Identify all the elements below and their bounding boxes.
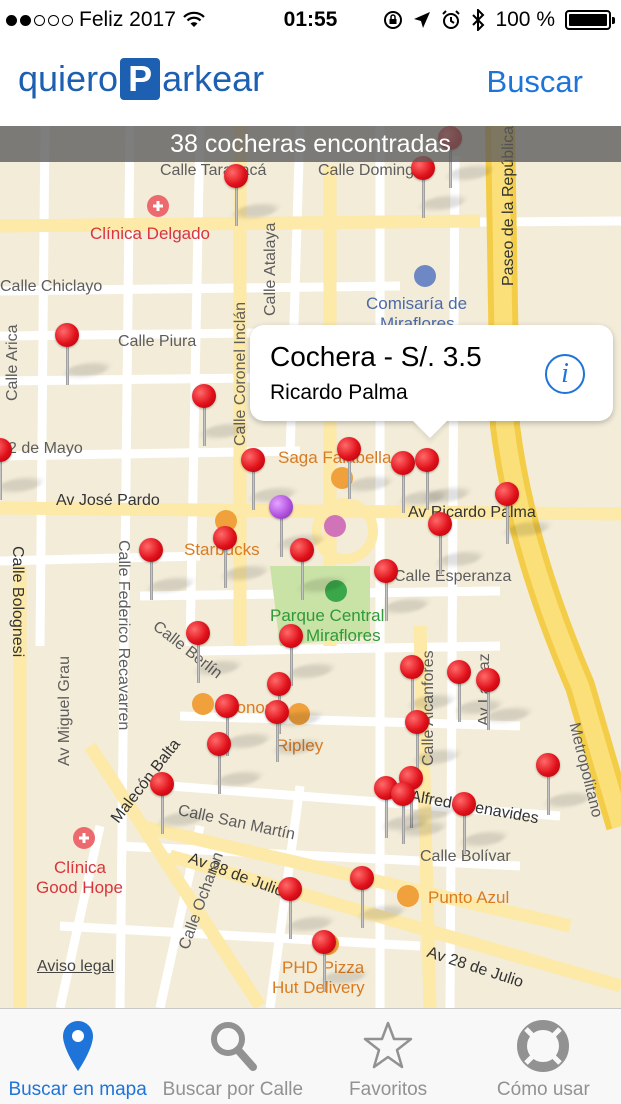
- parking-pin[interactable]: [447, 660, 506, 722]
- cinema-icon: [324, 515, 346, 537]
- tab-buscar-en-mapa[interactable]: Buscar en mapa: [0, 1009, 155, 1104]
- label-calle-chiclayo: Calle Chiclayo: [0, 278, 103, 295]
- location-arrow-icon: [414, 12, 431, 28]
- label-saga: Saga Falabella: [278, 448, 392, 467]
- label-calle-tarapaca: Calle Tarapacá: [160, 162, 267, 179]
- label-parque-1: Parque Central: [270, 606, 385, 625]
- label-parque-2: Miraflores: [306, 626, 381, 645]
- bluetooth-icon: [472, 9, 485, 31]
- parking-pin[interactable]: [241, 448, 300, 510]
- parking-pin[interactable]: [350, 866, 409, 928]
- parking-pin[interactable]: [265, 700, 324, 762]
- legal-link[interactable]: Aviso legal: [37, 958, 114, 976]
- tab-bar: Buscar en mapa Buscar por Calle Favorito…: [0, 1008, 621, 1104]
- parking-pin[interactable]: [192, 384, 251, 446]
- rotation-lock-icon: [384, 11, 403, 29]
- parking-pin[interactable]: [415, 448, 474, 510]
- cart-icon: [192, 693, 214, 715]
- parking-pin[interactable]: [139, 538, 198, 600]
- parking-pin[interactable]: [536, 753, 595, 815]
- star-icon: [363, 1021, 413, 1069]
- label-clinica-delgado: Clínica Delgado: [90, 224, 211, 243]
- label-punto-azul: Punto Azul: [428, 888, 510, 907]
- police-icon: [414, 265, 436, 287]
- status-icons: 100 %: [383, 8, 615, 32]
- label-calle-esperanza: Calle Esperanza: [394, 568, 512, 585]
- parking-pin[interactable]: [405, 710, 464, 772]
- parking-pin[interactable]: [411, 156, 470, 218]
- parking-pin[interactable]: [207, 732, 266, 794]
- map-pin-icon: [62, 1021, 93, 1071]
- parking-pin[interactable]: [278, 877, 337, 939]
- label-calle-domingo: Calle Domingo: [318, 162, 423, 179]
- app-logo: quiero P arkear: [18, 58, 264, 100]
- navigation-bar: quiero P arkear Buscar: [0, 40, 621, 126]
- parking-pin[interactable]: [476, 668, 535, 730]
- tab-favoritos[interactable]: Favoritos: [311, 1009, 466, 1104]
- parking-pin[interactable]: [391, 451, 450, 513]
- label-av-miguel-grau: Av Miguel Grau: [56, 656, 73, 766]
- alarm-icon: [442, 10, 461, 29]
- parking-pin[interactable]: [337, 437, 396, 499]
- tab-label: Favoritos: [349, 1079, 428, 1100]
- lifebuoy-icon: [517, 1020, 570, 1072]
- tab-label: Cómo usar: [496, 1079, 590, 1100]
- results-banner: 38 cocheras encontradas: [0, 126, 621, 162]
- label-clinica-gh-2: Good Hope: [36, 878, 123, 897]
- parking-pin[interactable]: [213, 526, 272, 588]
- parking-pin[interactable]: [55, 323, 114, 385]
- logo-p-icon: P: [120, 58, 161, 100]
- parking-pin[interactable]: [428, 512, 487, 574]
- label-calle-arica: Calle Arica: [4, 324, 21, 401]
- label-calle-federico: Calle Federico Recavarren: [115, 540, 132, 731]
- tab-label: Buscar por Calle: [162, 1079, 304, 1100]
- parking-pin[interactable]: [0, 438, 47, 500]
- battery-icon: [565, 10, 615, 30]
- logo-text-right: arkear: [162, 58, 265, 99]
- callout-title: Cochera - S/. 3.5: [270, 341, 482, 372]
- parking-pin[interactable]: [452, 792, 511, 854]
- parking-pin[interactable]: [186, 621, 245, 683]
- info-icon[interactable]: i: [545, 354, 585, 394]
- label-comisaria: Comisaría de: [366, 294, 468, 313]
- parking-pin[interactable]: [224, 164, 283, 226]
- parking-pin[interactable]: [290, 538, 349, 600]
- parking-pin[interactable]: [391, 782, 450, 844]
- callout-subtitle: Ricardo Palma: [270, 381, 408, 404]
- search-button[interactable]: Buscar: [487, 64, 583, 100]
- tab-como-usar[interactable]: Cómo usar: [466, 1009, 621, 1104]
- label-calle-bolognesi: Calle Bolognesi: [9, 546, 26, 658]
- tab-buscar-por-calle[interactable]: Buscar por Calle: [155, 1009, 310, 1104]
- search-icon: [210, 1022, 257, 1071]
- label-av-jose-pardo: Av José Pardo: [56, 492, 160, 509]
- parking-pin[interactable]: [374, 559, 433, 621]
- battery-percent: 100 %: [495, 8, 555, 31]
- map-view[interactable]: Calle Tarapacá Calle Domingo Clínica Del…: [0, 126, 621, 1008]
- parking-pin[interactable]: [150, 772, 209, 834]
- status-bar: Feliz 2017 01:55 100 %: [0, 0, 621, 40]
- label-calle-piura: Calle Piura: [118, 333, 197, 350]
- label-clinica-gh-1: Clínica: [54, 858, 106, 877]
- parking-pin[interactable]: [400, 655, 459, 717]
- logo-text-left: quiero: [18, 58, 119, 99]
- parking-pin[interactable]: [312, 930, 371, 992]
- parking-callout[interactable]: Cochera - S/. 3.5 Ricardo Palma i: [250, 325, 613, 421]
- tab-label: Buscar en mapa: [8, 1079, 147, 1100]
- label-calle-atalaya: Calle Atalaya: [262, 222, 279, 316]
- label-2-de-mayo: 2 de Mayo: [8, 440, 83, 457]
- parking-pin[interactable]: [495, 482, 554, 544]
- restaurant-icon: [397, 885, 419, 907]
